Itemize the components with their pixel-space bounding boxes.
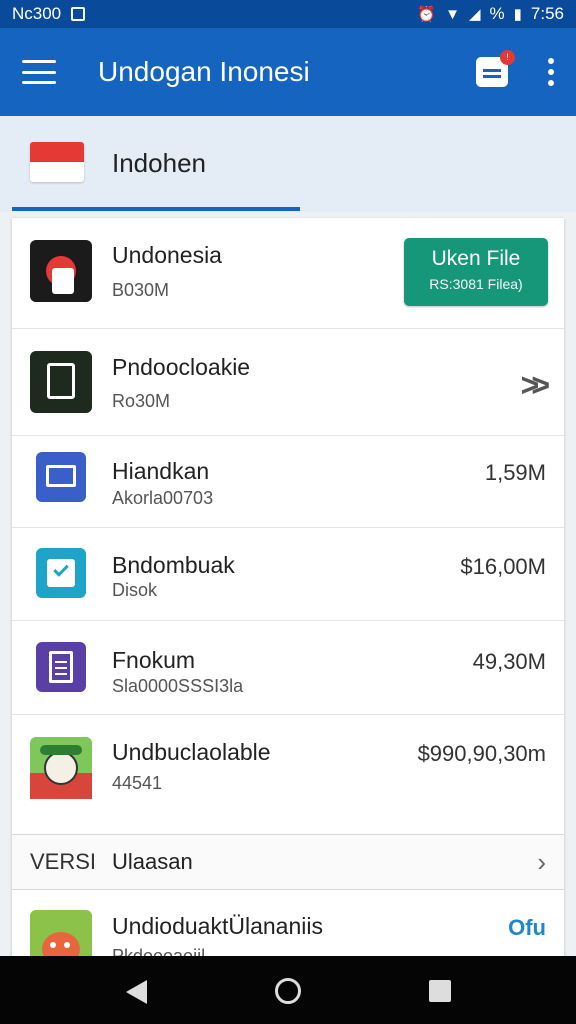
- region-tab[interactable]: Indohen: [112, 148, 206, 179]
- item-size: Ro30M: [112, 391, 171, 411]
- list-item[interactable]: Fnokum Sla0000SSSI3la 49,30M: [12, 621, 564, 715]
- more-options-icon[interactable]: [548, 58, 554, 86]
- app-list: Undonesia B030M Uken File RS:3081 Filea)…: [12, 218, 564, 960]
- app-icon-game: [30, 910, 92, 960]
- alarm-icon: ⏰: [417, 6, 437, 23]
- inbox-icon[interactable]: !: [476, 50, 515, 87]
- section-prefix: VERSI: [30, 849, 97, 874]
- item-name: Undbuclaolable: [112, 739, 271, 765]
- list-item[interactable]: Undbuclaolable 44541 $990,90,30m: [12, 715, 564, 834]
- section-title: Ulaasan: [112, 849, 193, 874]
- carrier-label: Nc300: [12, 4, 62, 23]
- status-bar: Nc300 ⏰ ▼ ◢ % ▮ 7:56: [0, 0, 576, 28]
- app-icon-checkbox: [36, 548, 86, 598]
- home-icon[interactable]: [275, 978, 301, 1004]
- region-tab-bar: [0, 116, 576, 212]
- signal-icon: ◢: [468, 6, 481, 23]
- app-icon-undonesia: [30, 240, 92, 302]
- list-item[interactable]: Pndoocloakie Ro30M >>: [12, 329, 564, 436]
- item-name: Fnokum: [112, 647, 196, 673]
- double-chevron-right-icon[interactable]: >>: [521, 367, 551, 404]
- menu-icon[interactable]: [22, 60, 56, 84]
- system-nav-bar: [0, 956, 576, 1024]
- item-name: Hiandkan: [112, 458, 210, 484]
- chevron-right-icon: ›: [537, 847, 546, 877]
- notification-badge: !: [500, 50, 515, 65]
- item-sub: Sla0000SSSI3la: [112, 676, 244, 696]
- wifi-icon: ▼: [445, 5, 460, 23]
- item-value: $990,90,30m: [417, 741, 546, 766]
- list-item[interactable]: Bndombuak Disok $16,00M: [12, 528, 564, 621]
- battery-percent: %: [489, 4, 505, 23]
- tab-indicator: [12, 207, 300, 211]
- list-item[interactable]: UndioduaktÜlananiis Pkdoooaoiil Ofu: [12, 890, 564, 960]
- button-label: Uken File: [431, 247, 521, 270]
- item-name: Undonesia: [112, 242, 222, 268]
- item-sub: Disok: [112, 580, 158, 600]
- app-icon-character: [30, 737, 92, 799]
- clock: 7:56: [530, 4, 564, 23]
- app-icon-mail: [36, 452, 86, 502]
- app-bar: Undogan Inonesi !: [0, 28, 576, 116]
- item-name: Bndombuak: [112, 552, 235, 578]
- app-title: Undogan Inonesi: [98, 56, 310, 87]
- indonesia-flag-icon: [30, 142, 84, 182]
- item-size: B030M: [112, 280, 170, 300]
- item-sub: Akorla00703: [112, 488, 214, 508]
- item-name: UndioduaktÜlananiis: [112, 913, 323, 939]
- list-item[interactable]: Undonesia B030M Uken File RS:3081 Filea): [12, 218, 564, 329]
- item-sub: 44541: [112, 773, 163, 793]
- item-name: Pndoocloakie: [112, 354, 251, 380]
- item-value: $16,00M: [460, 554, 546, 579]
- app-icon-document: [36, 642, 86, 692]
- item-value: 49,30M: [472, 649, 546, 674]
- button-sub-label: RS:3081 Filea): [429, 276, 523, 292]
- open-link[interactable]: Ofu: [508, 915, 546, 941]
- app-icon-pndoocloakie: [30, 351, 92, 413]
- notification-icon: [71, 7, 86, 21]
- back-icon[interactable]: [126, 980, 147, 1004]
- reviews-section-header[interactable]: VERSI Ulaasan ›: [12, 834, 564, 890]
- recent-apps-icon[interactable]: [429, 980, 451, 1002]
- list-item[interactable]: Hiandkan Akorla00703 1,59M: [12, 436, 564, 528]
- item-value: 1,59M: [484, 460, 546, 485]
- battery-icon: ▮: [513, 6, 522, 23]
- upload-file-button[interactable]: Uken File RS:3081 Filea): [404, 238, 548, 306]
